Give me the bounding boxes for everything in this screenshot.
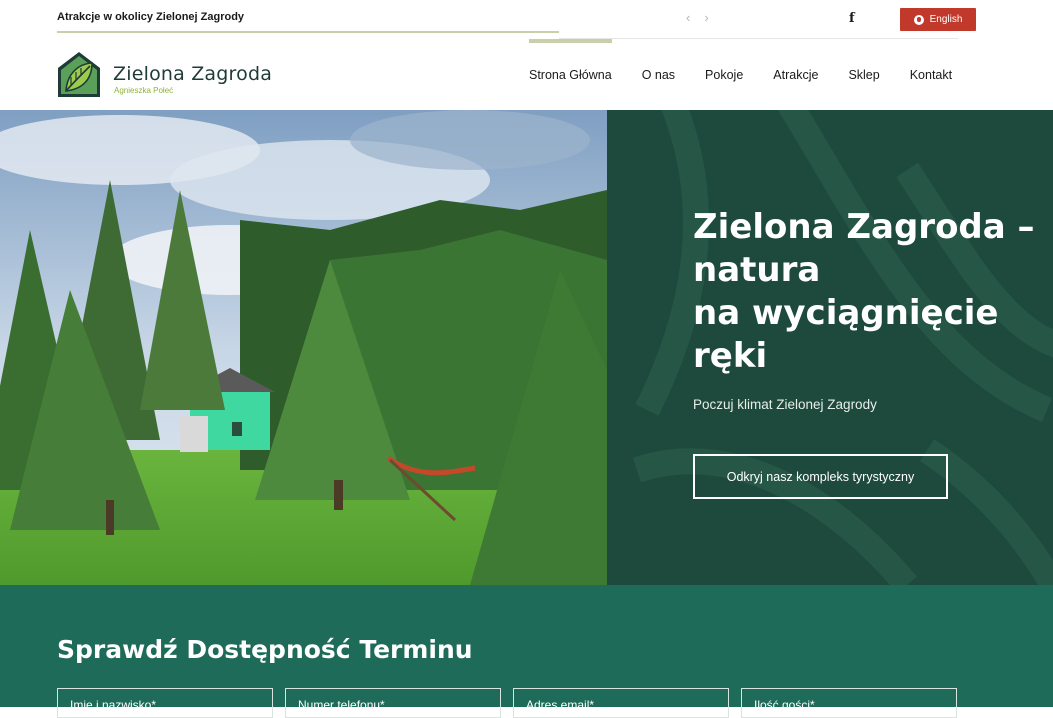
phone-field[interactable]: Numer telefonu* (285, 688, 501, 718)
nav-item-about[interactable]: O nas (642, 39, 675, 110)
ticker-controls: ‹ › (686, 10, 709, 25)
brand[interactable]: Zielona Zagroda Agnieszka Połeć (113, 63, 272, 95)
nav-item-rooms[interactable]: Pokoje (705, 39, 743, 110)
hero-photo (0, 110, 607, 585)
brand-owner: Agnieszka Połeć (114, 86, 174, 95)
chevron-right-icon[interactable]: › (704, 10, 708, 25)
name-field[interactable]: Imię i nazwisko* (57, 688, 273, 718)
top-bar: Atrakcje w okolicy Zielonej Zagrody ‹ › … (0, 0, 1053, 39)
globe-icon (913, 14, 924, 25)
chevron-left-icon[interactable]: ‹ (686, 10, 690, 25)
language-label: English (929, 14, 963, 25)
nav-item-shop[interactable]: Sklep (848, 39, 879, 110)
hero-subtitle: Poczuj klimat Zielonej Zagrody (693, 397, 877, 412)
brand-name: Zielona Zagroda (113, 63, 273, 85)
main-nav: Strona Główna O nas Pokoje Atrakcje Skle… (529, 39, 952, 110)
guests-field[interactable]: Ilość gości* (741, 688, 957, 718)
news-ticker[interactable]: Atrakcje w okolicy Zielonej Zagrody (57, 11, 559, 33)
hero-title: Zielona Zagroda – natura na wyciągnięcie… (693, 206, 1043, 378)
language-button[interactable]: English (900, 8, 976, 31)
availability-heading: Sprawdź Dostępność Terminu (57, 635, 473, 664)
email-field[interactable]: Adres email* (513, 688, 729, 718)
nav-item-home[interactable]: Strona Główna (529, 39, 612, 110)
site-header: Zielona Zagroda Agnieszka Połeć Strona G… (0, 39, 1053, 110)
leaf-house-icon[interactable] (57, 51, 101, 98)
hero-panel: Zielona Zagroda – natura na wyciągnięcie… (607, 110, 1053, 585)
nav-item-attractions[interactable]: Atrakcje (773, 39, 818, 110)
hero-title-line: ręki (693, 336, 768, 376)
discover-complex-button[interactable]: Odkryj nasz kompleks tyrystyczny (693, 454, 948, 499)
hero-title-line: na wyciągnięcie (693, 293, 999, 333)
facebook-icon[interactable]: f (849, 11, 855, 26)
hero-title-line: Zielona Zagroda – (693, 207, 1035, 247)
availability-section: Sprawdź Dostępność Terminu Imię i nazwis… (0, 585, 1053, 718)
hero-section: Zielona Zagroda – natura na wyciągnięcie… (0, 110, 1053, 585)
nav-item-contact[interactable]: Kontakt (910, 39, 952, 110)
hero-title-line: natura (693, 250, 821, 290)
